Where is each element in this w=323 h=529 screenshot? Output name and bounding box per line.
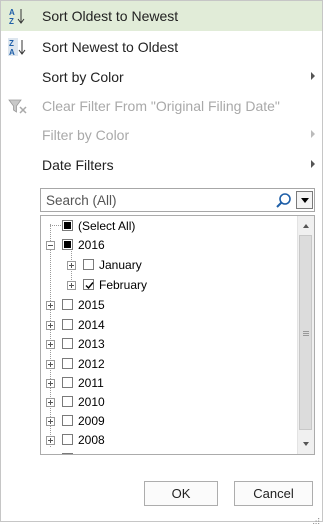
tree-item-label: 2009 [78, 414, 105, 428]
submenu-arrow-icon [311, 72, 315, 80]
filter-by-color[interactable]: Filter by Color [1, 120, 322, 150]
tree-item-january[interactable]: January [41, 256, 296, 274]
resize-grip-icon[interactable] [312, 511, 320, 525]
menu-item-label: Sort Oldest to Newest [42, 8, 179, 24]
checkbox[interactable] [62, 358, 73, 369]
tree-item-label: 2014 [78, 318, 105, 332]
tree-item-label: (Select All) [78, 219, 136, 233]
expand-icon[interactable] [46, 436, 55, 445]
tree-item-2008[interactable]: 2008 [41, 431, 296, 449]
sort-oldest-to-newest[interactable]: A Z Sort Oldest to Newest [1, 1, 322, 31]
tree-item-label: 2011 [78, 376, 104, 390]
svg-text:A: A [9, 8, 15, 17]
cancel-button[interactable]: Cancel [234, 481, 313, 506]
search-dropdown-button[interactable] [296, 191, 313, 209]
svg-text:Z: Z [9, 39, 14, 48]
clear-filter-icon [8, 97, 28, 115]
menu-item-label: Sort Newest to Oldest [42, 39, 179, 55]
expand-icon[interactable] [67, 261, 76, 270]
svg-text:Z: Z [9, 17, 14, 25]
tree-item-label: 2013 [78, 337, 105, 351]
checkbox[interactable] [62, 396, 73, 407]
grip-icon [303, 331, 309, 332]
tree-item-label: 2012 [78, 357, 105, 371]
vertical-scrollbar[interactable] [297, 216, 314, 454]
expand-icon[interactable] [46, 340, 55, 349]
submenu-arrow-icon [311, 160, 315, 168]
checkbox[interactable] [62, 453, 73, 454]
ok-button[interactable]: OK [144, 481, 218, 506]
search-input[interactable]: Search (All) [40, 188, 315, 212]
tree-item-february[interactable]: February [41, 276, 296, 294]
tree-item-2012[interactable]: 2012 [41, 355, 296, 373]
expand-icon[interactable] [46, 301, 55, 310]
tree-item-label: 2010 [78, 395, 105, 409]
clear-filter[interactable]: Clear Filter From "Original Filing Date" [1, 91, 322, 121]
tree-item-2015[interactable]: 2015 [41, 296, 296, 314]
tree-item-label: February [99, 278, 148, 292]
menu-item-label: Date Filters [42, 157, 114, 173]
expand-icon[interactable] [46, 360, 55, 369]
sort-by-color[interactable]: Sort by Color [1, 62, 322, 92]
menu-item-label: Clear Filter From "Original Filing Date" [42, 98, 280, 114]
scrollbar-thumb[interactable] [299, 235, 312, 430]
sort-descending-icon: Z A [8, 38, 28, 57]
checkbox[interactable] [62, 415, 73, 426]
expand-icon[interactable] [46, 379, 55, 388]
search-text: Search (All) [46, 193, 117, 208]
submenu-arrow-icon [311, 130, 315, 138]
expand-icon[interactable] [46, 417, 55, 426]
sort-ascending-icon: A Z [8, 7, 28, 26]
filter-dropdown-menu: A Z Sort Oldest to Newest Z A Sort Newes… [0, 0, 323, 525]
menu-item-label: Filter by Color [42, 127, 130, 143]
date-filters[interactable]: Date Filters [1, 150, 322, 180]
tree-item-2013[interactable]: 2013 [41, 335, 296, 353]
checkbox[interactable] [62, 239, 73, 250]
checkbox[interactable] [62, 319, 73, 330]
checkbox[interactable] [62, 377, 73, 388]
tree-item-2014[interactable]: 2014 [41, 316, 296, 334]
tree-item-2011[interactable]: 2011 [41, 374, 296, 392]
sort-newest-to-oldest[interactable]: Z A Sort Newest to Oldest [1, 32, 322, 62]
checkbox[interactable] [62, 299, 73, 310]
tree-item-label: January [99, 258, 142, 272]
collapse-icon[interactable] [46, 241, 55, 250]
tree-item-2016[interactable]: 2016 [41, 236, 296, 254]
expand-icon[interactable] [46, 321, 55, 330]
menu-item-label: Sort by Color [42, 69, 124, 85]
search-icon[interactable] [275, 192, 292, 209]
scroll-up-icon[interactable] [303, 224, 309, 228]
checkbox[interactable] [83, 259, 94, 270]
checkbox[interactable] [62, 434, 73, 445]
tree-item-label: 2016 [78, 238, 105, 252]
expand-icon[interactable] [67, 281, 76, 290]
tree-item-label: 2008 [78, 433, 105, 447]
scroll-down-icon[interactable] [303, 442, 309, 446]
checkbox[interactable] [62, 220, 73, 231]
value-tree-list: (Select All) 2016 January February 2015 [40, 215, 315, 455]
tree-item-label: 2015 [78, 298, 105, 312]
checkbox-checked[interactable] [83, 279, 94, 290]
tree-item-2010[interactable]: 2010 [41, 393, 296, 411]
tree-item-2009[interactable]: 2009 [41, 412, 296, 430]
tree-item-select-all[interactable]: (Select All) [41, 217, 296, 235]
svg-text:A: A [9, 48, 15, 56]
expand-icon[interactable] [46, 398, 55, 407]
checkbox[interactable] [62, 338, 73, 349]
tree-item-partial[interactable] [41, 450, 296, 454]
